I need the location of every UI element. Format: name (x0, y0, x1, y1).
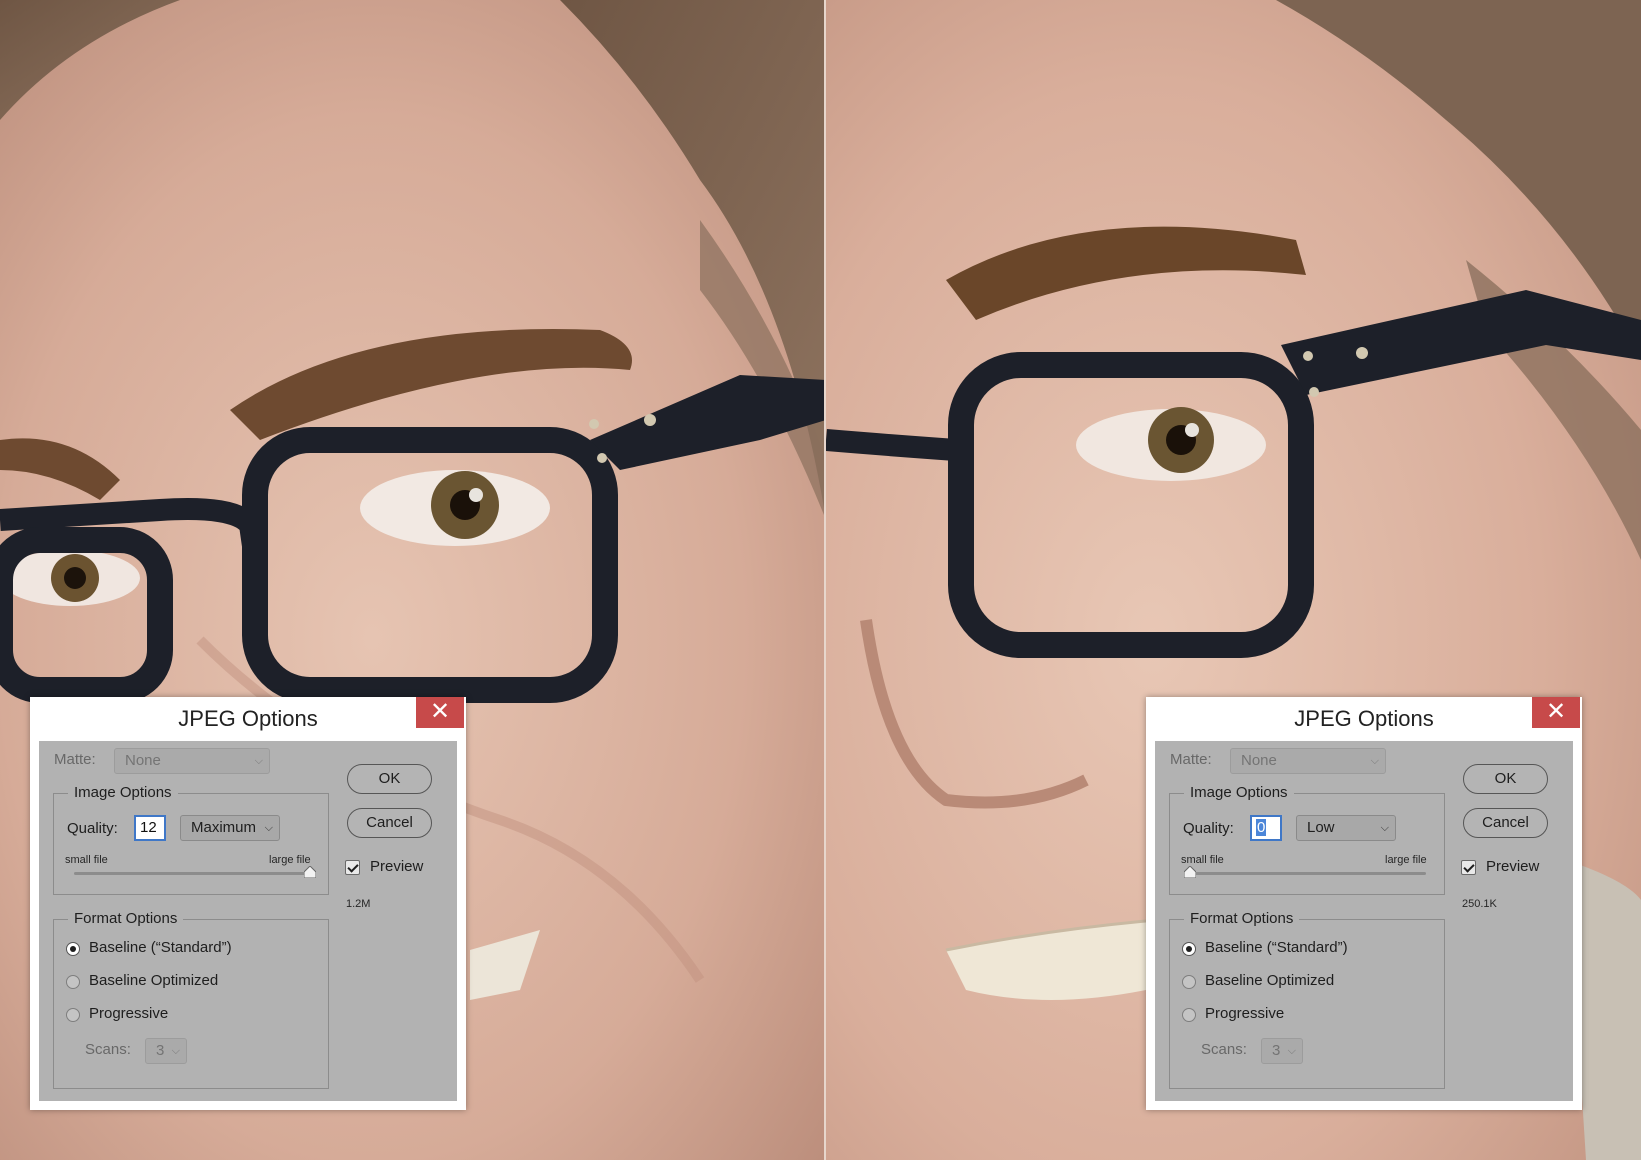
matte-value: None (1241, 752, 1277, 769)
radio-baseline[interactable] (1182, 942, 1196, 956)
chevron-down-icon: ⌵ (1370, 755, 1379, 767)
quality-preset-select[interactable]: Maximum ⌵ (180, 815, 280, 841)
format-options-group: Format Options Baseline (“Standard”) Bas… (53, 910, 329, 1089)
quality-preset-select[interactable]: Low ⌵ (1296, 815, 1396, 841)
quality-input[interactable]: 0 (1250, 815, 1282, 841)
large-file-label: large file (1385, 854, 1427, 866)
cancel-button[interactable]: Cancel (347, 808, 432, 838)
scans-select: 3 ⌵ (145, 1038, 187, 1064)
quality-preset-value: Maximum (191, 819, 257, 836)
dialog-title: JPEG Options (1294, 706, 1434, 731)
matte-value: None (125, 752, 161, 769)
close-icon: ✕ (1545, 698, 1567, 725)
scans-value: 3 (156, 1042, 165, 1059)
matte-select: None ⌵ (1230, 748, 1386, 774)
radio-progressive[interactable] (1182, 1008, 1196, 1022)
jpeg-options-dialog-left: JPEG Options ✕ Matte: None ⌵ Image Optio… (30, 697, 466, 1110)
radio-optimized-label: Baseline Optimized (1205, 972, 1335, 989)
image-options-group: Image Options Quality: 0 Low ⌵ small fil… (1169, 784, 1445, 895)
small-file-label: small file (1181, 854, 1224, 866)
ok-button[interactable]: OK (1463, 764, 1548, 794)
dialog-content: Matte: None ⌵ Image Options Quality: 0 L… (1155, 741, 1573, 1101)
quality-label: Quality: (67, 820, 118, 837)
radio-baseline-label: Baseline (“Standard”) (1205, 939, 1348, 956)
file-size-readout: 250.1K (1462, 898, 1497, 910)
preview-checkbox[interactable] (345, 860, 360, 875)
radio-baseline-label: Baseline (“Standard”) (89, 939, 232, 956)
quality-slider[interactable] (1190, 872, 1426, 875)
quality-label: Quality: (1183, 820, 1234, 837)
radio-baseline-optimized[interactable] (66, 975, 80, 989)
matte-label: Matte: (1170, 751, 1212, 768)
chevron-down-icon: ⌵ (264, 822, 273, 834)
cancel-button[interactable]: Cancel (1463, 808, 1548, 838)
format-options-group: Format Options Baseline (“Standard”) Bas… (1169, 910, 1445, 1089)
radio-baseline[interactable] (66, 942, 80, 956)
close-icon: ✕ (429, 698, 451, 725)
scans-select: 3 ⌵ (1261, 1038, 1303, 1064)
close-button[interactable]: ✕ (1532, 697, 1580, 728)
radio-progressive[interactable] (66, 1008, 80, 1022)
quality-value: 0 (1256, 819, 1267, 836)
matte-select: None ⌵ (114, 748, 270, 774)
small-file-label: small file (65, 854, 108, 866)
quality-input[interactable]: 12 (134, 815, 166, 841)
quality-slider[interactable] (74, 872, 310, 875)
quality-preset-value: Low (1307, 819, 1335, 836)
ok-button[interactable]: OK (347, 764, 432, 794)
radio-optimized-label: Baseline Optimized (89, 972, 219, 989)
chevron-down-icon: ⌵ (254, 755, 263, 767)
jpeg-options-dialog-right: JPEG Options ✕ Matte: None ⌵ Image Optio… (1146, 697, 1582, 1110)
slider-thumb-icon[interactable] (1184, 866, 1196, 878)
image-options-title: Image Options (68, 784, 178, 801)
matte-label: Matte: (54, 751, 96, 768)
chevron-down-icon: ⌵ (1287, 1045, 1296, 1057)
quality-value: 12 (140, 819, 157, 836)
image-options-group: Image Options Quality: 12 Maximum ⌵ smal… (53, 784, 329, 895)
scans-value: 3 (1272, 1042, 1281, 1059)
close-button[interactable]: ✕ (416, 697, 464, 728)
file-size-readout: 1.2M (346, 898, 371, 910)
dialog-title: JPEG Options (178, 706, 318, 731)
radio-progressive-label: Progressive (1205, 1005, 1285, 1022)
format-options-title: Format Options (68, 910, 184, 927)
image-options-title: Image Options (1184, 784, 1294, 801)
preview-checkbox[interactable] (1461, 860, 1476, 875)
scans-label: Scans: (85, 1041, 131, 1058)
chevron-down-icon: ⌵ (171, 1045, 180, 1057)
dialog-content: Matte: None ⌵ Image Options Quality: 12 … (39, 741, 457, 1101)
scans-label: Scans: (1201, 1041, 1247, 1058)
slider-thumb-icon[interactable] (304, 866, 316, 878)
format-options-title: Format Options (1184, 910, 1300, 927)
preview-label: Preview (1486, 858, 1540, 875)
preview-label: Preview (370, 858, 424, 875)
large-file-label: large file (269, 854, 311, 866)
radio-baseline-optimized[interactable] (1182, 975, 1196, 989)
radio-progressive-label: Progressive (89, 1005, 169, 1022)
chevron-down-icon: ⌵ (1380, 822, 1389, 834)
